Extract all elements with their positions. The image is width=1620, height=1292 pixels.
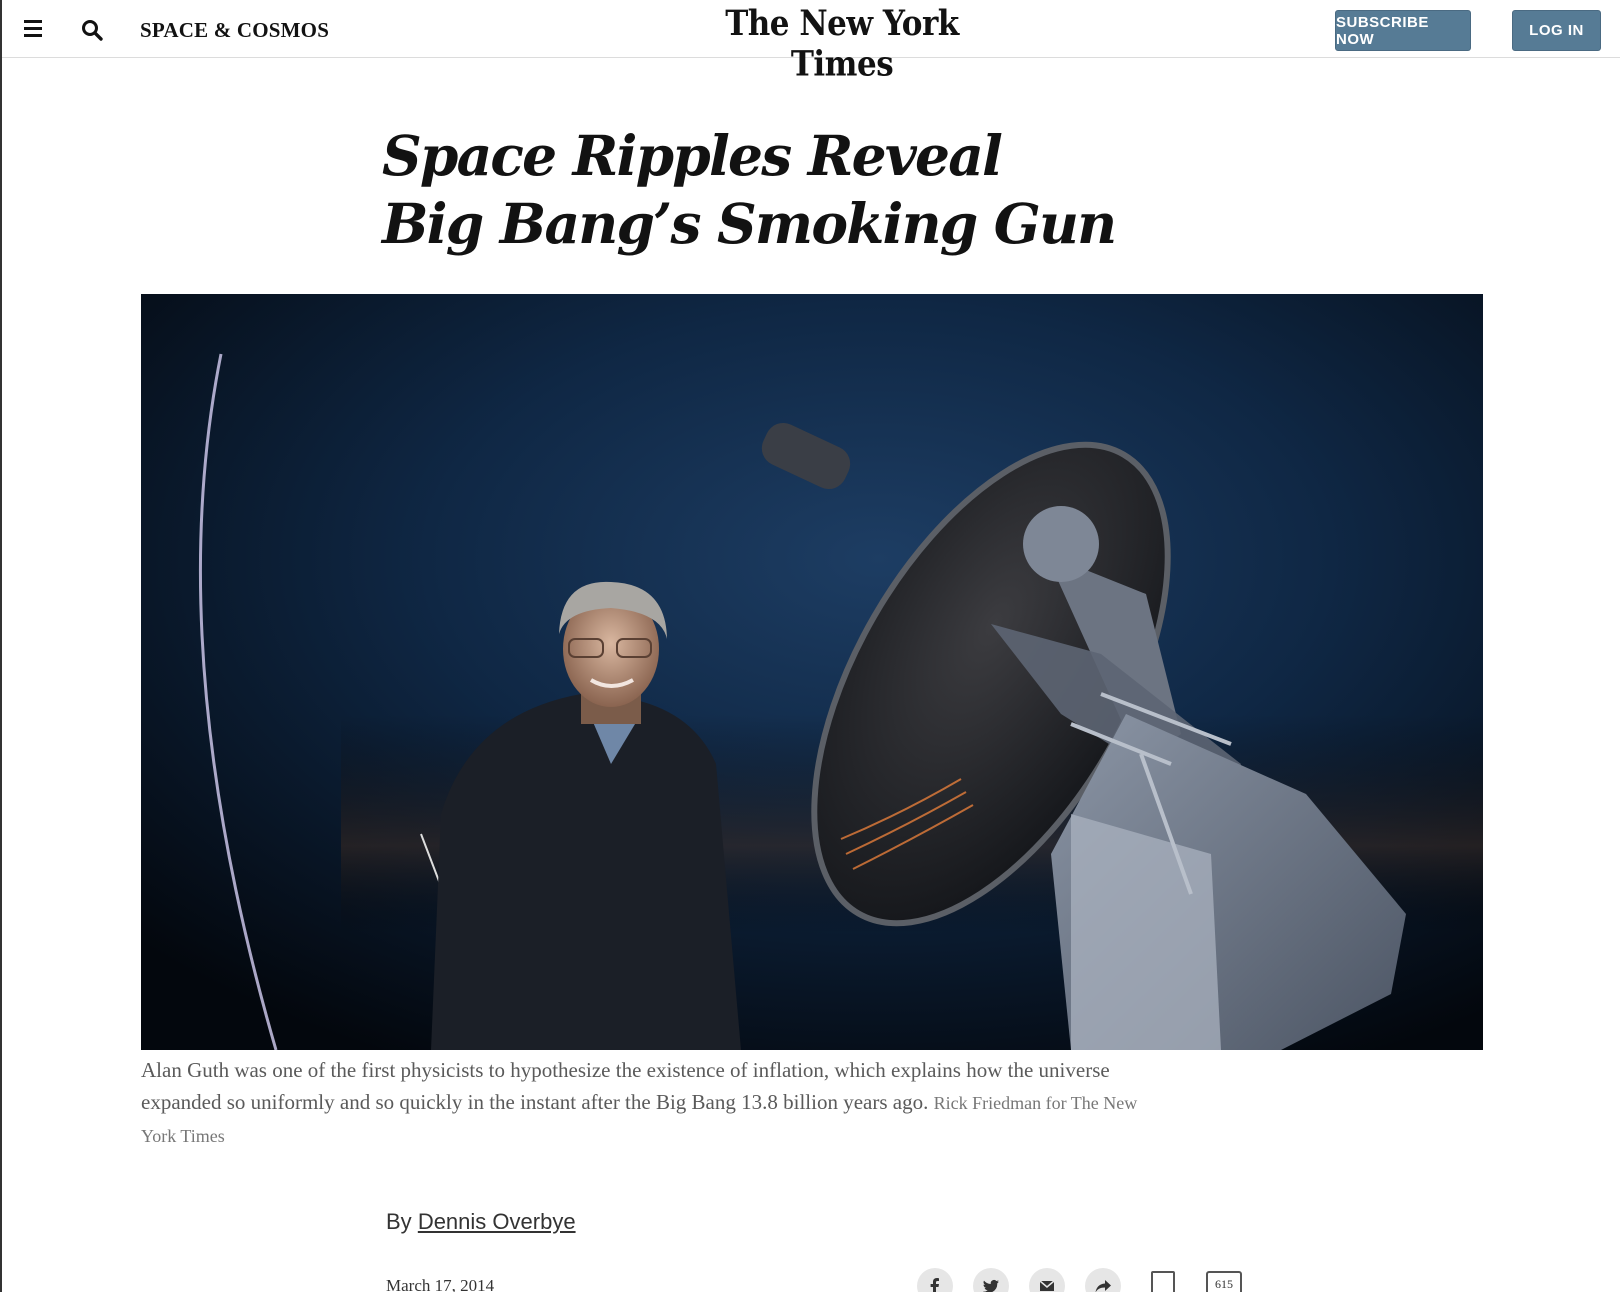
email-icon[interactable] [1029, 1268, 1065, 1292]
nyt-logo[interactable]: The New York Times [702, 4, 982, 85]
section-link[interactable]: SPACE & COSMOS [140, 18, 329, 43]
photo-caption: Alan Guth was one of the first physicist… [141, 1054, 1161, 1152]
headline-line-2: Big Bang’s Smoking Gun [382, 191, 1117, 256]
masthead: SPACE & COSMOS The New York Times SUBSCR… [2, 0, 1620, 84]
byline: By Dennis Overbye [386, 1209, 576, 1235]
publish-date: March 17, 2014 [386, 1276, 495, 1292]
window-edge [0, 0, 2, 1292]
menu-icon[interactable] [24, 20, 44, 40]
comment-icon[interactable]: 615 [1206, 1271, 1242, 1292]
twitter-icon[interactable] [973, 1268, 1009, 1292]
byline-prefix: By [386, 1209, 412, 1234]
facebook-icon[interactable] [917, 1268, 953, 1292]
hero-photo [141, 294, 1483, 1050]
subscribe-button[interactable]: SUBSCRIBE NOW [1335, 10, 1471, 51]
bookmark-icon[interactable] [1151, 1271, 1175, 1292]
share-icon[interactable] [1085, 1268, 1121, 1292]
author-link[interactable]: Dennis Overbye [418, 1209, 576, 1234]
login-button[interactable]: LOG IN [1512, 10, 1601, 51]
headline-line-1: Space Ripples Reveal [382, 123, 1003, 188]
article-page: SPACE & COSMOS The New York Times SUBSCR… [0, 0, 1620, 1292]
search-icon[interactable] [80, 18, 104, 42]
headline: Space Ripples Reveal Big Bang’s Smoking … [382, 122, 1142, 258]
